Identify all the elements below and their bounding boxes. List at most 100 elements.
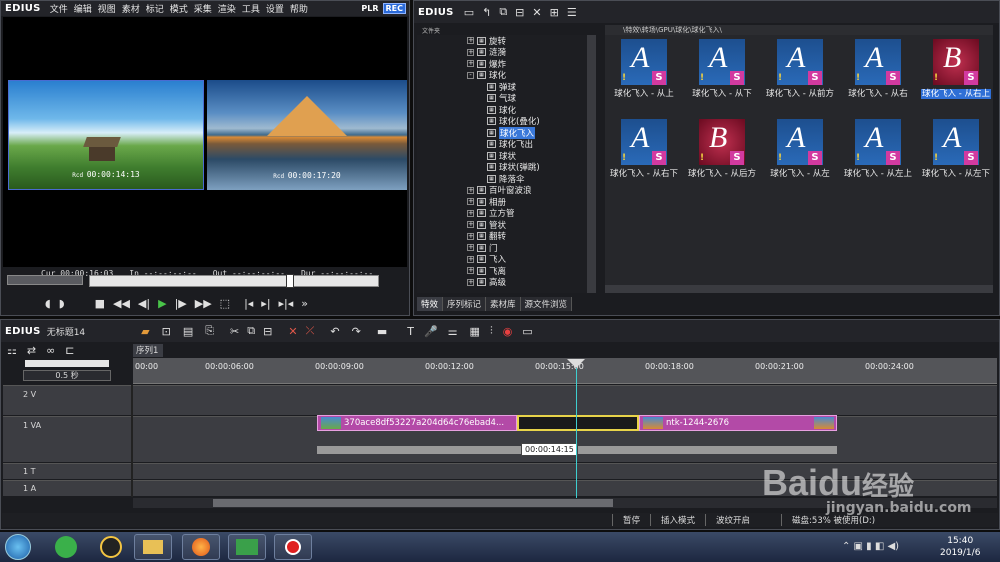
tree-item[interactable]: ▦ 球化飞出 [467, 139, 595, 150]
trim-icon[interactable]: ▸|◂ [279, 297, 294, 310]
voiceover-icon[interactable]: 🎤 [424, 325, 438, 338]
step-forward-icon[interactable]: |▶ [175, 297, 187, 310]
scrubber-handle[interactable] [286, 274, 294, 288]
snap-icon[interactable]: ⊏ [65, 344, 74, 357]
effect-tile[interactable]: B S! 球化飞入 - 从右上 [917, 39, 995, 99]
expand-icon[interactable]: + [467, 267, 474, 275]
taskbar-recorder[interactable] [274, 534, 312, 560]
tree-item[interactable]: ▦ 球化飞入 [467, 126, 595, 139]
playback-scrubber[interactable] [89, 274, 379, 288]
menu-item-9[interactable]: 设置 [263, 5, 287, 15]
tree-item[interactable]: - ▦ 球化 [467, 70, 595, 81]
up-folder-icon[interactable]: ↰ [482, 6, 491, 19]
effect-tile[interactable]: A S! 球化飞入 - 从前方 [761, 39, 839, 99]
set-out-icon[interactable]: ◗ [59, 297, 65, 310]
marker-icon[interactable]: ▬ [377, 325, 387, 338]
effect-tile[interactable]: A S! 球化飞入 - 从下 [683, 39, 761, 99]
expand-icon[interactable]: + [467, 244, 474, 252]
undo-icon[interactable]: ↶ [330, 325, 339, 338]
zoom-slider[interactable] [25, 360, 109, 367]
taskbar-explorer[interactable] [134, 534, 172, 560]
redo-icon[interactable]: ↷ [352, 325, 361, 338]
save-icon[interactable]: ▤ [183, 325, 193, 338]
tree-scrollbar[interactable] [587, 35, 596, 293]
scale-control[interactable]: 0.5 秒 [23, 370, 111, 381]
effect-tile[interactable]: B S! 球化飞入 - 从后方 [683, 119, 761, 179]
fast-forward-icon[interactable]: ▶▶ [195, 297, 212, 310]
menu-item-8[interactable]: 工具 [239, 5, 263, 15]
audio-mixer-icon[interactable]: ⚌ [448, 325, 458, 338]
effect-tile[interactable]: A S! 球化飞入 - 从上 [605, 39, 683, 99]
effect-tile[interactable]: A S! 球化飞入 - 从右 [839, 39, 917, 99]
insert-to-timeline-icon[interactable]: |◂ [244, 297, 253, 310]
new-sequence-icon[interactable]: ▰ [141, 325, 149, 338]
tree-item[interactable]: + ▦ 高级 [467, 277, 595, 288]
taskbar-edius[interactable] [228, 534, 266, 560]
menu-item-0[interactable]: 文件 [47, 5, 71, 15]
stop-icon[interactable]: ■ [95, 297, 105, 310]
transition-clip[interactable] [517, 415, 639, 431]
sync-icon[interactable]: ⇄ [27, 344, 36, 357]
delete-icon[interactable]: ✕ [532, 6, 541, 19]
shuttle-slider[interactable] [7, 275, 83, 285]
menu-item-4[interactable]: 标记 [143, 5, 167, 15]
capture-icon[interactable]: ⊡ [162, 325, 171, 338]
multicam-icon[interactable]: ▦ [470, 325, 480, 338]
expand-icon[interactable]: + [467, 198, 474, 206]
expand-icon[interactable]: + [467, 37, 474, 45]
expand-icon[interactable]: + [467, 60, 474, 68]
sequence-tab[interactable]: 序列1 [133, 344, 163, 357]
link-icon[interactable]: ∞ [46, 344, 55, 357]
expand-icon[interactable]: + [467, 255, 474, 263]
paste-icon[interactable]: ⊟ [515, 6, 524, 19]
browser-tab[interactable]: 序列标记 [443, 297, 487, 311]
delete-clip-icon[interactable]: ✕ [288, 325, 297, 338]
overwrite-icon[interactable]: ▸| [261, 297, 270, 310]
play-icon[interactable]: ▶ [158, 297, 166, 310]
expand-icon[interactable]: - [467, 71, 474, 79]
paste-clip-icon[interactable]: ⊟ [263, 325, 272, 338]
effect-tile[interactable]: A S! 球化飞入 - 从左下 [917, 119, 995, 179]
tree-item[interactable]: + ▦ 飞离 [467, 265, 595, 277]
expand-icon[interactable]: + [467, 232, 474, 240]
menu-item-1[interactable]: 编辑 [71, 5, 95, 15]
record-icon[interactable]: ◉ [503, 325, 513, 338]
tree-item[interactable]: ▦ 球化 [467, 104, 595, 116]
more-icon[interactable]: » [301, 297, 308, 310]
set-in-icon[interactable]: ◖ [45, 297, 51, 310]
tree-item[interactable]: + ▦ 立方管 [467, 208, 595, 219]
tree-item[interactable]: ▦ 球状(弹跳) [467, 162, 595, 173]
clip-1[interactable]: 370ace8df53227a204d64c76ebad4... [317, 415, 517, 431]
track-mode-icon[interactable]: ⚏ [7, 344, 17, 357]
expand-icon[interactable]: + [467, 221, 474, 229]
tree-item[interactable]: + ▦ 爆炸 [467, 58, 595, 70]
tree-item[interactable]: + ▦ 翻转 [467, 231, 595, 242]
tree-item[interactable]: + ▦ 管状 [467, 219, 595, 231]
time-ruler[interactable]: 00:00 00:00:06:00 00:00:09:00 00:00:12:00 00… [133, 358, 997, 384]
copy-icon[interactable]: ⧉ [499, 5, 507, 19]
start-button[interactable] [5, 534, 31, 560]
tree-item[interactable]: + ▦ 飞入 [467, 254, 595, 265]
tree-item[interactable]: ▦ 降落伞 [467, 173, 595, 185]
playhead-marker[interactable] [567, 359, 585, 368]
sliders-icon[interactable]: ⫶ [490, 324, 493, 338]
folder-icon[interactable]: ▭ [464, 6, 474, 19]
effect-tile[interactable]: A S! 球化飞入 - 从左上 [839, 119, 917, 179]
menu-item-7[interactable]: 渲染 [215, 5, 239, 15]
plr-button[interactable]: PLR [359, 4, 380, 13]
expand-icon[interactable]: + [467, 209, 474, 217]
tree-item[interactable]: + ▦ 百叶窗波浪 [467, 185, 595, 196]
taskbar-firefox[interactable] [182, 534, 220, 560]
expand-icon[interactable]: + [467, 278, 474, 286]
cut-icon[interactable]: ✂ [230, 325, 239, 338]
menu-item-3[interactable]: 素材 [119, 5, 143, 15]
rec-button[interactable]: REC [382, 3, 406, 14]
loop-icon[interactable]: ⬚ [220, 297, 230, 310]
taskbar-app-360[interactable] [55, 536, 77, 558]
taskbar-app-qq[interactable] [100, 536, 122, 558]
rewind-icon[interactable]: ◀◀ [113, 297, 130, 310]
menu-item-2[interactable]: 视图 [95, 5, 119, 15]
tree-item[interactable]: ▦ 气球 [467, 93, 595, 104]
tray-icons[interactable]: ⌃ ▣ ▮ ◧ ◀) [842, 541, 899, 552]
ripple-delete-icon[interactable]: ⤫ [306, 324, 315, 338]
